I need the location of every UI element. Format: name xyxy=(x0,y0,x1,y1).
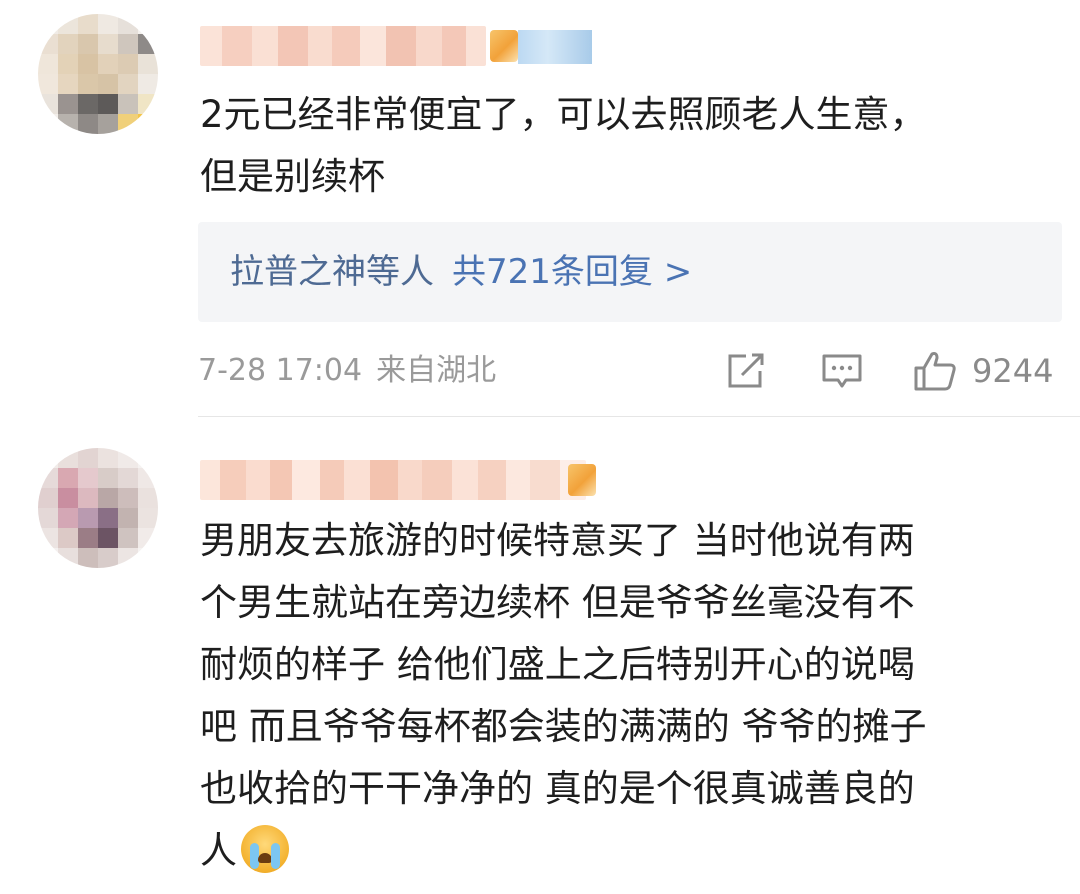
share-icon xyxy=(728,353,764,388)
reply-user-names[interactable]: 拉普之神等人 xyxy=(230,252,434,292)
comment-line: 也收拾的干干净净的 真的是个很真诚善良的 xyxy=(200,767,915,810)
comment-line: 2元已经非常便宜了，可以去照顾老人生意， xyxy=(200,93,927,136)
like-count: 9244 xyxy=(972,352,1054,390)
share-button[interactable] xyxy=(724,346,768,396)
comment-line: 个男生就站在旁边续杯 但是爷爷丝毫没有不 xyxy=(200,581,915,624)
reply-count-link[interactable]: 共721条回复 > xyxy=(452,252,692,292)
crying-face-emoji-icon xyxy=(241,825,289,873)
vip-badge-icon xyxy=(518,30,592,64)
comment-button[interactable] xyxy=(820,346,864,396)
comment-item: 2元已经非常便宜了，可以去照顾老人生意， 但是别续杯 拉普之神等人 共721条回复… xyxy=(0,0,1080,418)
comment-line: 人 xyxy=(200,820,1060,882)
username-blurred[interactable] xyxy=(200,460,586,500)
user-avatar[interactable] xyxy=(38,448,158,568)
comment-text: 男朋友去旅游的时候特意买了 当时他说有两 个男生就站在旁边续杯 但是爷爷丝毫没有… xyxy=(200,510,1060,882)
comment-line: 耐烦的样子 给他们盛上之后特别开心的说喝 xyxy=(200,643,915,686)
comment-location: 来自湖北 xyxy=(376,353,497,388)
replies-preview[interactable]: 拉普之神等人 共721条回复 > xyxy=(198,222,1062,322)
comment-item: 男朋友去旅游的时候特意买了 当时他说有两 个男生就站在旁边续杯 但是爷爷丝毫没有… xyxy=(0,418,1080,894)
comment-line: 但是别续杯 xyxy=(200,155,385,198)
username-blurred[interactable] xyxy=(200,26,486,66)
level-badge-icon xyxy=(568,464,596,496)
thumbs-up-icon xyxy=(914,352,956,391)
comment-text: 2元已经非常便宜了，可以去照顾老人生意， 但是别续杯 xyxy=(200,84,1060,208)
comment-line-text: 人 xyxy=(200,829,237,872)
comment-meta: 7-28 17:04 来自湖北 xyxy=(198,346,496,396)
comment-icon xyxy=(822,354,862,388)
comment-line: 男朋友去旅游的时候特意买了 当时他说有两 xyxy=(200,519,915,562)
user-avatar[interactable] xyxy=(38,14,158,134)
comment-line: 吧 而且爷爷每杯都会装的满满的 爷爷的摊子 xyxy=(200,705,927,748)
level-badge-icon xyxy=(490,30,518,62)
comment-time: 7-28 17:04 xyxy=(198,353,363,388)
comment-divider xyxy=(198,416,1080,417)
like-button[interactable]: 9244 xyxy=(912,346,1053,396)
